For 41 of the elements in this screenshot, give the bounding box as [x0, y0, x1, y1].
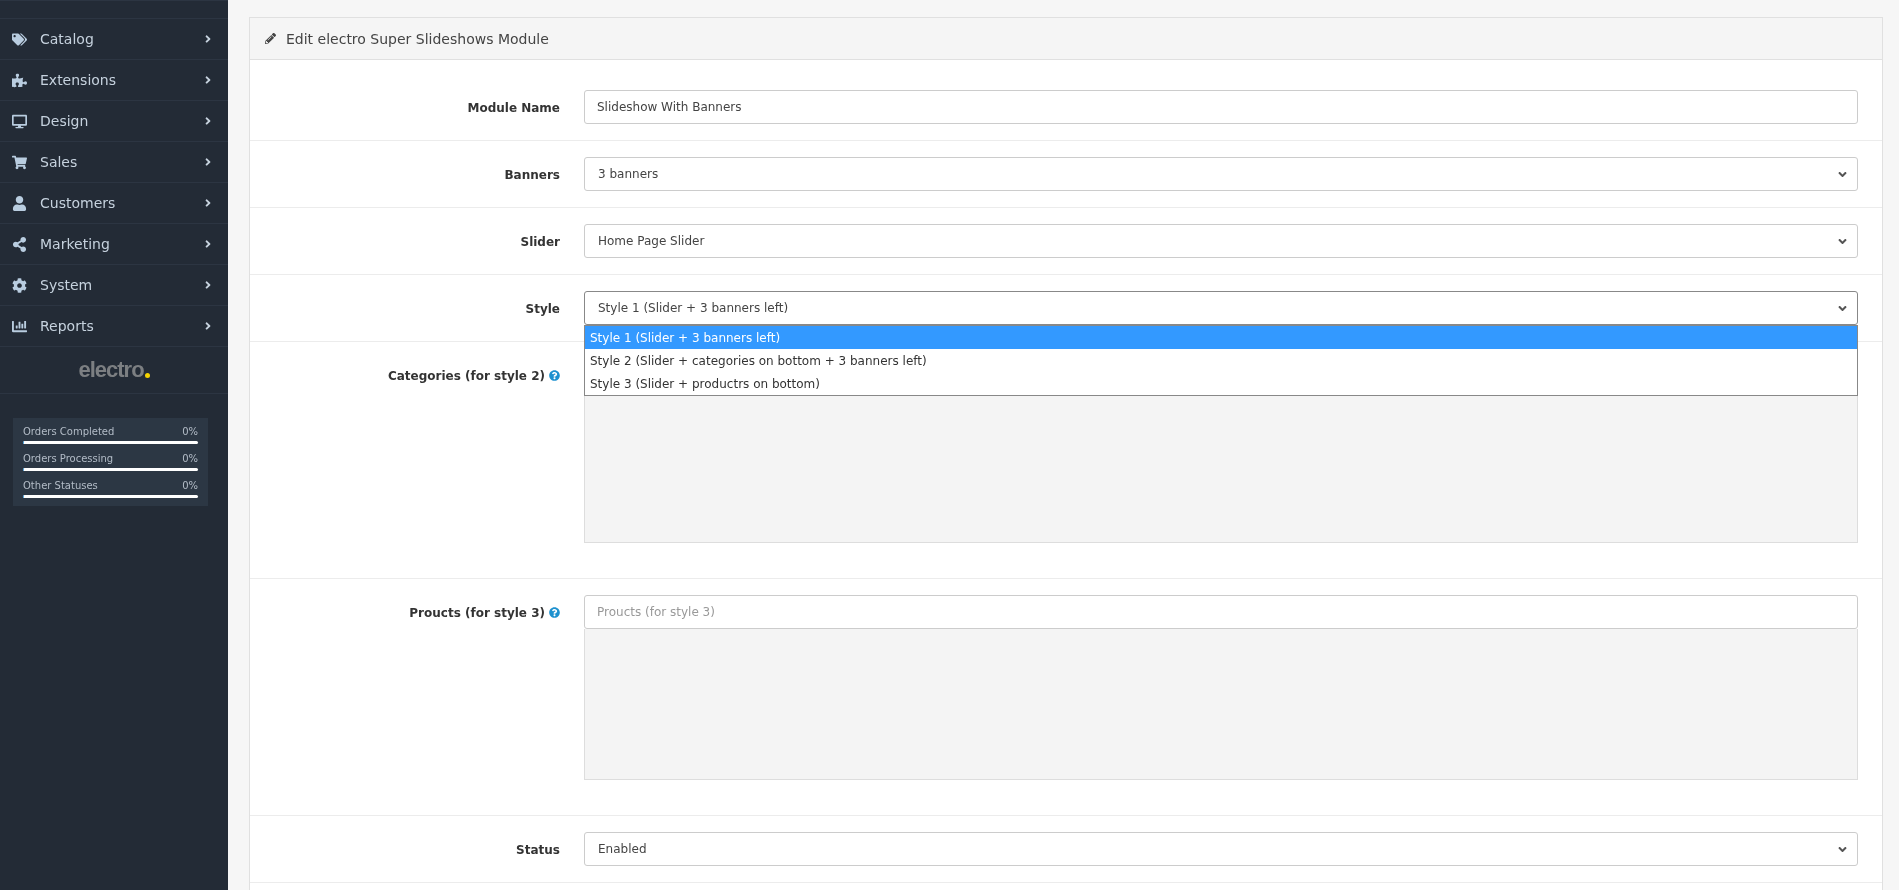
field-label: Proucts (for style 3)	[409, 606, 545, 620]
cart-icon	[12, 154, 27, 170]
select-field[interactable]: Style 1 (Slider + 3 banners left)	[584, 291, 1858, 325]
stat-reading: 0%	[182, 453, 198, 464]
puzzle-piece-icon	[12, 72, 27, 88]
stat-reading: 0%	[182, 426, 198, 437]
field-label: Slider	[520, 235, 560, 249]
help-icon[interactable]	[549, 370, 560, 381]
field-label: Status	[516, 843, 560, 857]
user-icon	[12, 195, 27, 211]
sidebar-item[interactable]: Extensions	[0, 59, 228, 100]
panel-title: Edit electro Super Slideshows Module	[286, 30, 549, 47]
stat-reading: 0%	[182, 480, 198, 491]
help-icon[interactable]	[549, 607, 560, 618]
sidebar-item[interactable]: Design	[0, 100, 228, 141]
sidebar-item[interactable]: Marketing	[0, 223, 228, 264]
logo-dot-icon	[144, 373, 150, 378]
share-icon	[12, 236, 27, 252]
field-label: Categories (for style 2)	[387, 369, 545, 383]
stat-label: Other Statuses	[23, 480, 98, 491]
sidebar-item[interactable]: Catalog	[0, 18, 228, 59]
monitor-icon	[12, 113, 27, 129]
field-label: Style	[525, 302, 560, 316]
select-field[interactable]: Enabled	[584, 832, 1858, 866]
sidebar-item[interactable]: Customers	[0, 182, 228, 223]
tags-icon	[12, 31, 27, 47]
sidebar-item[interactable]: Reports	[0, 305, 228, 346]
logo-text: electro	[78, 357, 144, 383]
stat-label: Orders Processing	[23, 453, 114, 464]
bar-chart-icon	[12, 318, 27, 334]
settings-icon	[12, 277, 27, 293]
text-field[interactable]: Proucts (for style 3)	[584, 595, 1858, 629]
field-label: Module Name	[467, 101, 560, 115]
pencil-icon	[265, 33, 276, 44]
sidebar-item[interactable]: System	[0, 264, 228, 305]
stat-label: Orders Completed	[23, 426, 115, 437]
select-field[interactable]: 3 banners	[584, 157, 1858, 191]
sidebar-item[interactable]: Sales	[0, 141, 228, 182]
text-field[interactable]: Slideshow With Banners	[584, 90, 1858, 124]
field-label: Banners	[504, 168, 560, 182]
select-field[interactable]: Home Page Slider	[584, 224, 1858, 258]
